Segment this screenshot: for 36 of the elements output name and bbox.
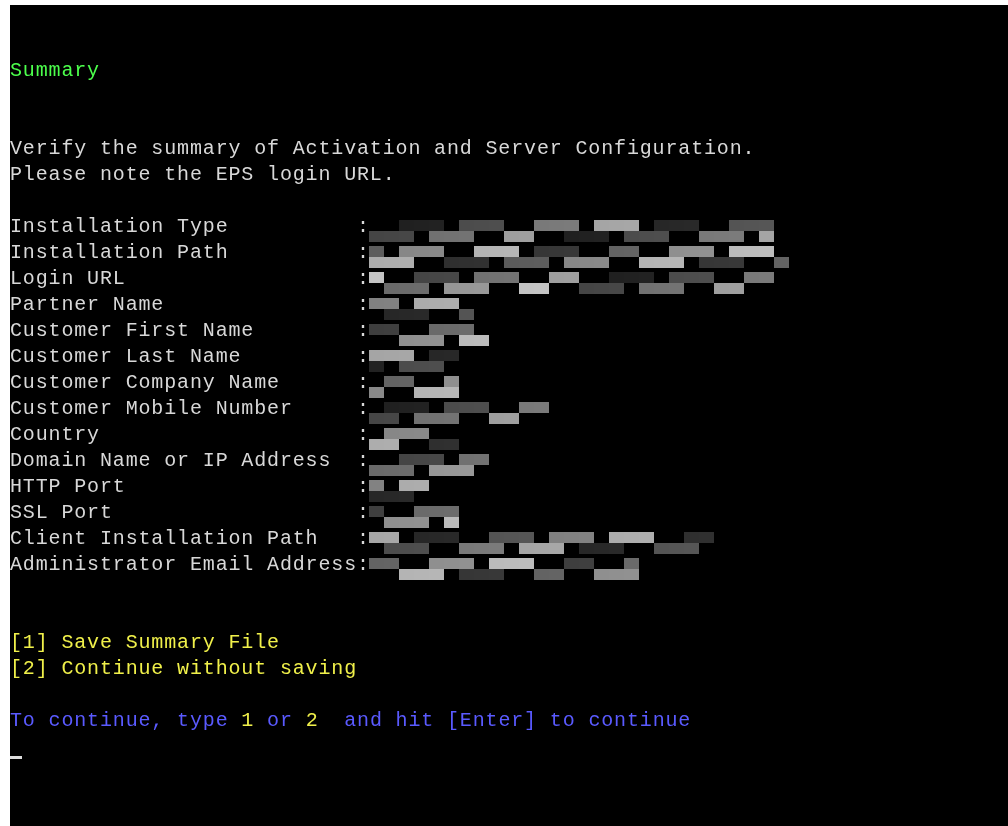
field-label: Country	[10, 422, 101, 448]
field-label: Domain Name or IP Address	[10, 448, 333, 474]
colon-separator: :	[357, 474, 369, 500]
menu-option: [2] Continue without saving	[10, 656, 357, 682]
text-cursor	[10, 756, 22, 759]
field-label: Partner Name	[10, 292, 166, 318]
field-label: Login URL	[10, 266, 127, 292]
field-label: Customer Mobile Number	[10, 396, 294, 422]
field-label: Installation Path	[10, 240, 230, 266]
field-label: Client Installation Path	[10, 526, 320, 552]
colon-separator: :	[357, 552, 369, 578]
colon-separator: :	[357, 292, 369, 318]
colon-separator: :	[357, 500, 369, 526]
field-label: HTTP Port	[10, 474, 127, 500]
menu-option: [1] Save Summary File	[10, 630, 280, 656]
colon-separator: :	[357, 396, 369, 422]
colon-separator: :	[357, 240, 369, 266]
field-label: SSL Port	[10, 500, 114, 526]
field-label: Customer Company Name	[10, 370, 281, 396]
field-label: Customer First Name	[10, 318, 256, 344]
instruction-text: Please note the EPS login URL.	[10, 162, 396, 188]
colon-separator: :	[357, 318, 369, 344]
colon-separator: :	[357, 370, 369, 396]
colon-separator: :	[357, 214, 369, 240]
colon-separator: :	[357, 448, 369, 474]
field-label: Customer Last Name	[10, 344, 243, 370]
pixelated-value	[369, 480, 429, 502]
screen-heading: Summary	[10, 58, 100, 84]
colon-separator: :	[357, 526, 369, 552]
colon-separator: :	[357, 422, 369, 448]
field-label: Administrator Email Address	[10, 552, 357, 578]
colon-separator: :	[357, 344, 369, 370]
colon-separator: :	[357, 266, 369, 292]
field-label: Installation Type	[10, 214, 230, 240]
prompt-text: To continue, type 1 or 2 and hit [Enter] to continue	[10, 708, 692, 734]
instruction-text: Verify the summary of Activation and Server Configuration.	[10, 136, 756, 162]
